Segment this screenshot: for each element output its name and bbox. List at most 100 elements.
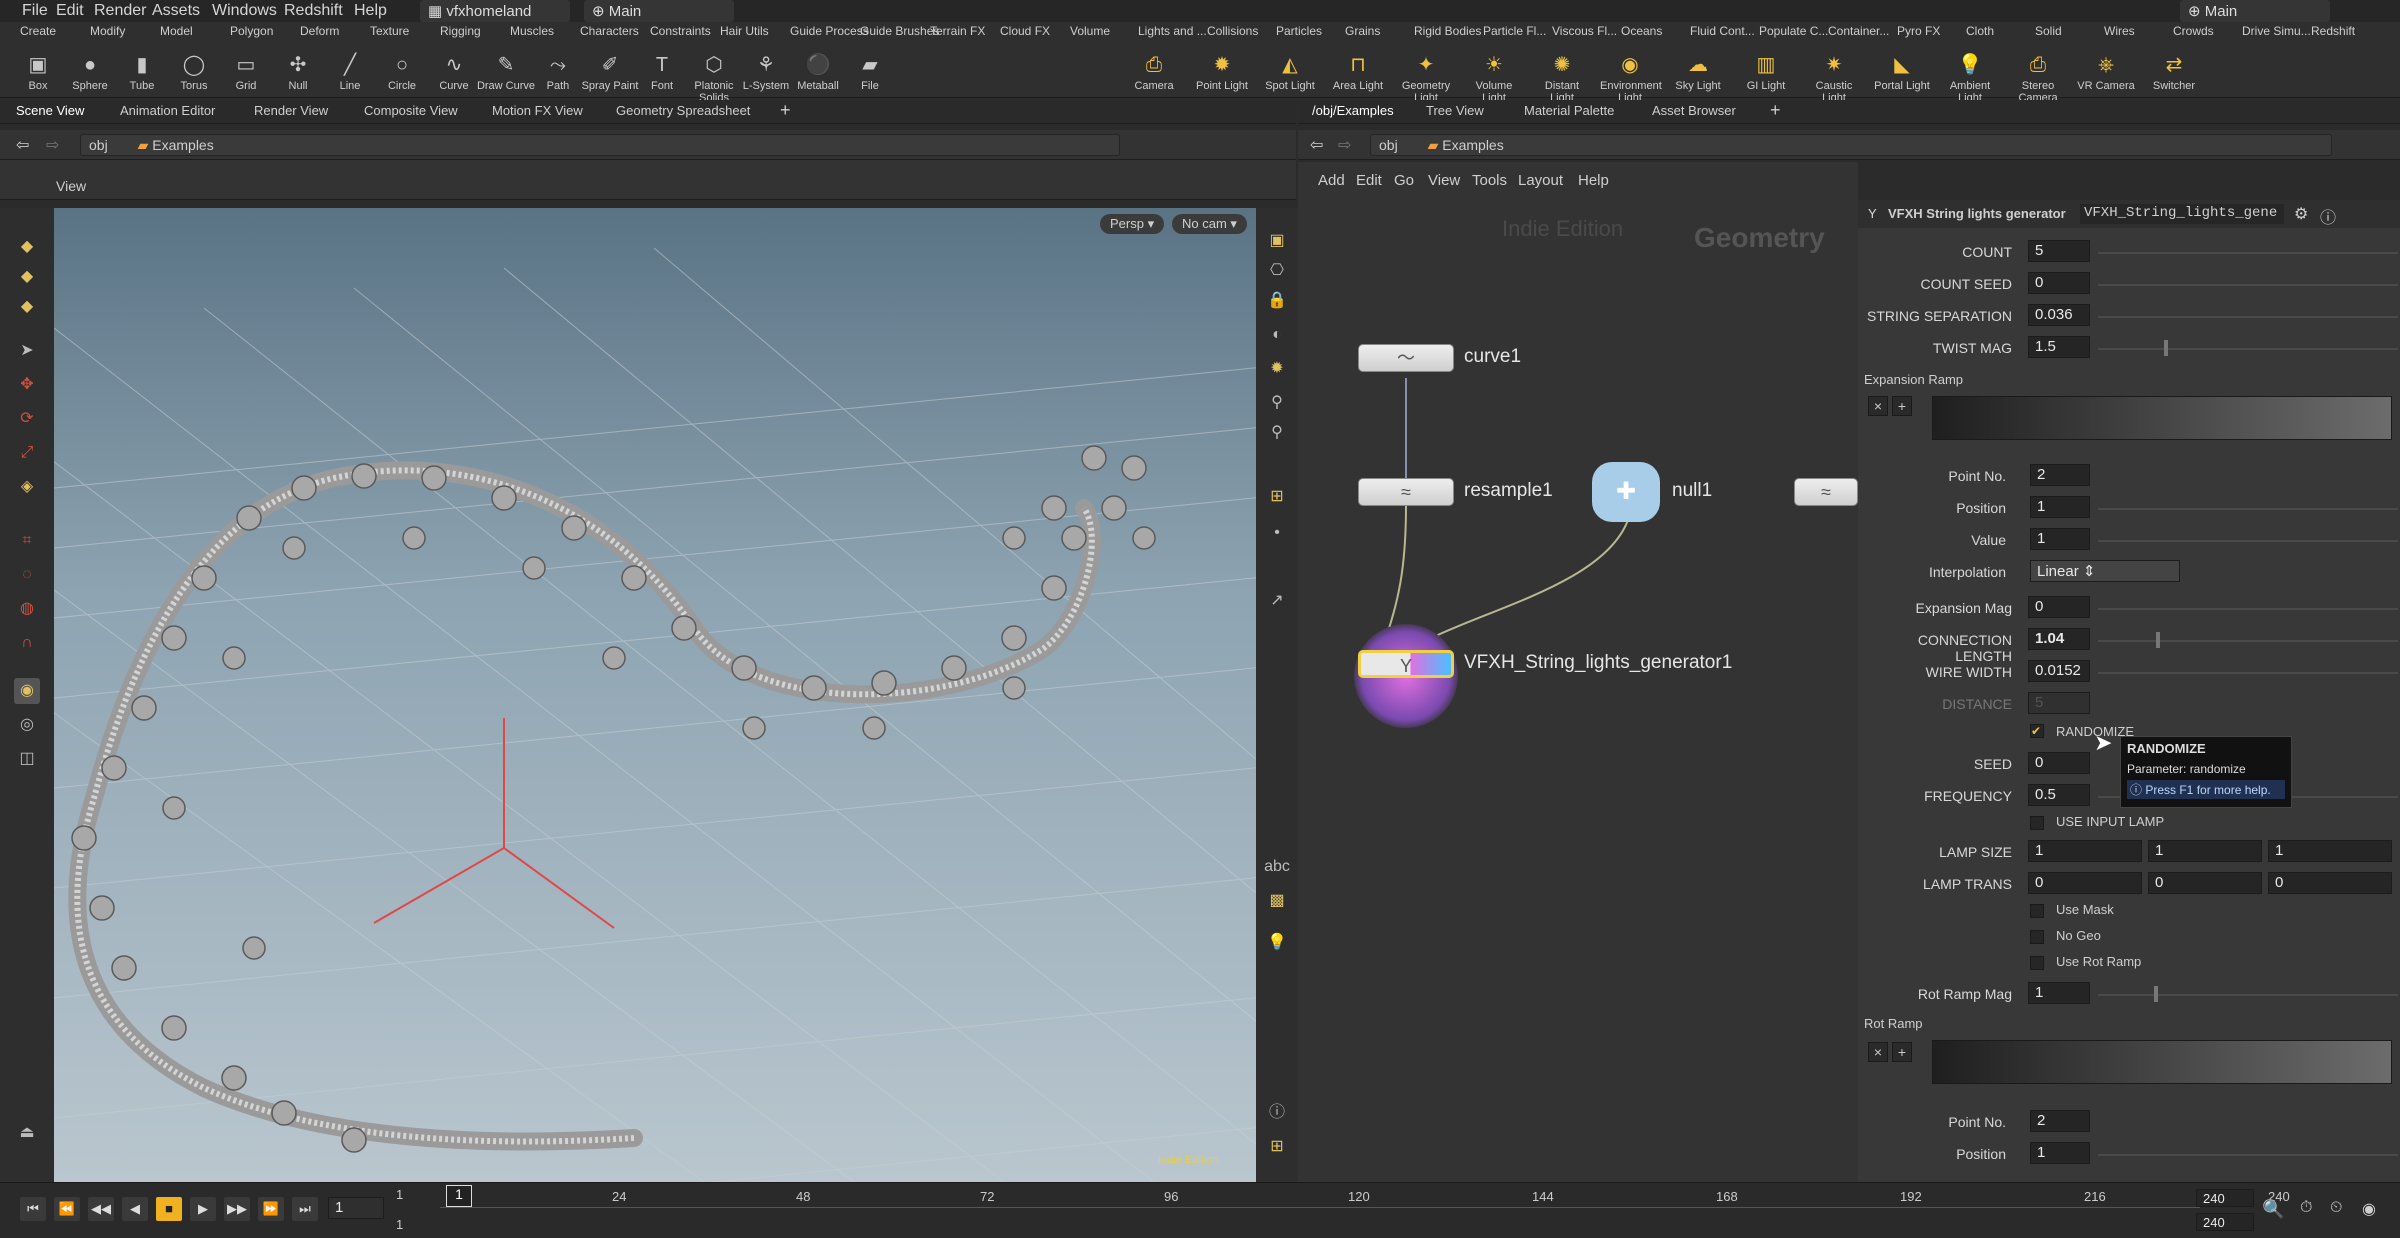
node-string-lights-generator-label[interactable]: VFXH_String_lights_generator1 <box>1464 652 1732 674</box>
shelf-tool-circle[interactable]: ○ Circle <box>372 52 432 92</box>
range-start-2[interactable]: 1 <box>396 1217 403 1232</box>
lock-camera-icon[interactable]: 🔒 <box>1264 288 1290 314</box>
shelf-tab-fluid-cont-[interactable]: Fluid Cont... <box>1686 22 1759 40</box>
shelf-tool-sphere[interactable]: ● Sphere <box>60 52 120 92</box>
shelf-tool-font[interactable]: T Font <box>632 52 692 92</box>
position-slider[interactable] <box>2098 508 2398 510</box>
forward-icon[interactable]: ⇨ <box>46 135 59 155</box>
path-obj[interactable]: obj <box>89 137 108 153</box>
shelf-tool-gi-light[interactable]: ▥ GI Light <box>1736 52 1796 92</box>
path-obj-right[interactable]: obj <box>1379 137 1398 153</box>
shelf-tool-grid[interactable]: ▭ Grid <box>216 52 276 92</box>
key-search-icon[interactable]: 🔍 <box>2262 1199 2284 1220</box>
use-rot-ramp-checkbox[interactable] <box>2030 956 2044 970</box>
shelf-tab-drive-simu-[interactable]: Drive Simu... <box>2238 22 2315 40</box>
menu-add[interactable]: Add <box>1318 172 1345 189</box>
string-separation-slider[interactable] <box>2098 316 2398 318</box>
tab-material-palette[interactable]: Material Palette <box>1524 103 1614 118</box>
lamp-size-x[interactable]: 1 <box>2028 840 2142 862</box>
background-icon[interactable]: ▩ <box>1264 888 1290 914</box>
menu-redshift[interactable]: Redshift <box>284 2 343 20</box>
shelf-tab-model[interactable]: Model <box>156 22 197 40</box>
ramp-remove-icon[interactable]: × <box>1868 396 1888 416</box>
expansion-mag-slider[interactable] <box>2098 608 2398 610</box>
audio-icon[interactable]: ◉ <box>2362 1199 2376 1219</box>
menu-windows[interactable]: Windows <box>212 2 277 20</box>
rot-ramp-mag-slider[interactable] <box>2098 994 2398 996</box>
step-back-key-icon[interactable]: ⏪ <box>54 1197 80 1221</box>
add-tab-icon[interactable]: + <box>780 100 791 121</box>
count-slider[interactable] <box>2098 252 2398 254</box>
node-curve1[interactable]: ～ <box>1358 344 1454 372</box>
node-curve1-label[interactable]: curve1 <box>1464 346 1521 368</box>
right-context-selector[interactable]: ⊕ Main <box>2180 0 2330 22</box>
twist-mag-knob[interactable] <box>2164 340 2168 356</box>
shelf-tab-wires[interactable]: Wires <box>2100 22 2139 40</box>
tab-geometry-spreadsheet[interactable]: Geometry Spreadsheet <box>616 103 750 118</box>
menu-edit-net[interactable]: Edit <box>1356 172 1382 189</box>
tab-composite-view[interactable]: Composite View <box>364 103 458 118</box>
menu-help[interactable]: Help <box>354 2 387 20</box>
shading-icon[interactable]: ◐ <box>1264 322 1290 348</box>
select-mode-icon[interactable]: ◆ <box>14 234 40 260</box>
node-null1[interactable]: ✚ <box>1592 462 1660 522</box>
snap-point-icon[interactable]: ◍ <box>14 596 40 622</box>
shelf-tool-volume-light[interactable]: ☀ Volume Light <box>1464 52 1524 104</box>
rot-ramp-mag-field[interactable]: 1 <box>2028 982 2090 1004</box>
shelf-tab-cloud-fx[interactable]: Cloud FX <box>996 22 1054 40</box>
shelf-tab-pyro-fx[interactable]: Pyro FX <box>1893 22 1944 40</box>
gear-icon[interactable]: ⚙ <box>2294 204 2308 224</box>
layout-icon[interactable]: ⊞ <box>1264 1134 1290 1160</box>
jump-start-icon[interactable]: ⏮ <box>20 1197 46 1221</box>
rot-position-slider[interactable] <box>2098 1154 2398 1156</box>
shelf-tab-rigging[interactable]: Rigging <box>436 22 485 40</box>
count-seed-slider[interactable] <box>2098 284 2398 286</box>
shelf-tab-populate-c-[interactable]: Populate C... <box>1755 22 1832 40</box>
shelf-tool-torus[interactable]: ◯ Torus <box>164 52 224 92</box>
tab-animation-editor[interactable]: Animation Editor <box>120 103 215 118</box>
playhead[interactable]: 1 <box>446 1185 472 1207</box>
shelf-tool-distant-light[interactable]: ✺ Distant Light <box>1532 52 1592 104</box>
rot-position-field[interactable]: 1 <box>2030 1142 2090 1164</box>
shelf-tab-viscous-fl-[interactable]: Viscous Fl... <box>1548 22 1621 40</box>
randomize-checkbox[interactable]: ✔ <box>2030 724 2044 738</box>
object-mode-icon[interactable]: ◆ <box>14 264 40 290</box>
forward-icon-right[interactable]: ⇨ <box>1338 135 1351 155</box>
shelf-tab-grains[interactable]: Grains <box>1341 22 1384 40</box>
shelf-tool-null[interactable]: ✣ Null <box>268 52 328 92</box>
info-icon[interactable]: ⓘ <box>1264 1100 1290 1126</box>
flipbook-icon[interactable]: ⏏ <box>14 1120 40 1146</box>
shelf-tool-sky-light[interactable]: ☁ Sky Light <box>1668 52 1728 92</box>
shelf-tool-box[interactable]: ▣ Box <box>8 52 68 92</box>
stop-icon[interactable]: ■ <box>156 1197 182 1221</box>
menu-layout[interactable]: Layout <box>1518 172 1563 189</box>
shelf-tab-oceans[interactable]: Oceans <box>1617 22 1666 40</box>
shelf-tool-metaball[interactable]: ⚫ Metaball <box>788 52 848 92</box>
menu-help-net[interactable]: Help <box>1578 172 1609 189</box>
tab-motion-fx-view[interactable]: Motion FX View <box>492 103 583 118</box>
lamp-trans-y[interactable]: 0 <box>2148 872 2262 894</box>
camera-menu-icon[interactable]: ⎔ <box>1264 258 1290 284</box>
realtime-icon[interactable]: ⏱ <box>2300 1199 2312 1217</box>
shelf-tool-line[interactable]: ╱ Line <box>320 52 380 92</box>
context-selector[interactable]: ⊕ Main <box>584 0 734 22</box>
render-region-icon[interactable]: ◫ <box>14 746 40 772</box>
position-field[interactable]: 1 <box>2030 496 2090 518</box>
snap-grid-icon[interactable]: ⌗ <box>14 528 40 554</box>
no-geo-checkbox[interactable] <box>2030 930 2044 944</box>
menu-edit[interactable]: Edit <box>56 2 84 20</box>
menu-render[interactable]: Render <box>94 2 146 20</box>
count-field[interactable]: 5 <box>2028 240 2090 262</box>
shelf-tab-particle-fl-[interactable]: Particle Fl... <box>1479 22 1550 40</box>
string-separation-field[interactable]: 0.036 <box>2028 304 2090 326</box>
shelf-tab-deform[interactable]: Deform <box>296 22 343 40</box>
shelf-tab-cloth[interactable]: Cloth <box>1962 22 1998 40</box>
tab-scene-view[interactable]: Scene View <box>16 103 84 118</box>
shelf-tool-ambient-light[interactable]: 💡 Ambient Light <box>1940 52 2000 104</box>
range-end-2[interactable]: 240 <box>2196 1213 2254 1231</box>
shelf-tab-create[interactable]: Create <box>16 22 60 40</box>
timeline-track[interactable] <box>440 1207 2200 1208</box>
menu-tools[interactable]: Tools <box>1472 172 1507 189</box>
twist-mag-slider[interactable] <box>2098 348 2398 350</box>
pose-tool-icon[interactable]: ◉ <box>14 678 40 704</box>
